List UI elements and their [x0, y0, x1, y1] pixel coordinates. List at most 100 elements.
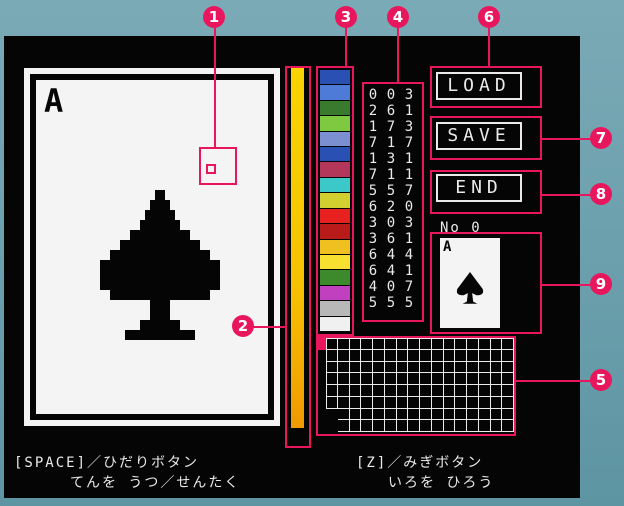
grid-cell[interactable] [384, 361, 397, 374]
grid-cell[interactable] [490, 420, 503, 432]
grid-cell[interactable] [455, 373, 467, 385]
grid-cell[interactable] [373, 373, 385, 385]
grid-cell[interactable] [478, 349, 491, 362]
grid-cell[interactable] [467, 338, 479, 350]
grid-cell[interactable] [373, 408, 385, 421]
grid-cell[interactable] [326, 385, 338, 397]
grid-cell[interactable] [490, 361, 503, 374]
palette-swatch[interactable] [320, 177, 350, 193]
grid-cell[interactable] [337, 373, 350, 385]
grid-cell[interactable] [396, 373, 409, 385]
palette-swatch[interactable] [320, 193, 350, 208]
grid-cell[interactable] [455, 349, 467, 362]
grid-cell[interactable] [502, 349, 514, 362]
grid-cell[interactable] [408, 420, 420, 432]
color-palette[interactable] [320, 70, 350, 332]
grid-cell[interactable] [361, 408, 373, 421]
grid-cell[interactable] [502, 396, 514, 409]
grid-cell[interactable] [396, 408, 409, 421]
grid-cell[interactable] [490, 338, 503, 350]
grid-cell[interactable] [431, 408, 444, 421]
grid-cell[interactable] [478, 420, 491, 432]
grid-cell[interactable] [467, 420, 479, 432]
grid-cell[interactable] [361, 361, 373, 374]
grid-cell[interactable] [478, 373, 491, 385]
grid-cell[interactable] [467, 408, 479, 421]
palette-swatch[interactable] [320, 254, 350, 270]
grid-cell[interactable] [443, 408, 456, 421]
grid-cell[interactable] [502, 361, 514, 374]
grid-cell[interactable] [431, 385, 444, 397]
grid-cell[interactable] [396, 420, 409, 432]
grid-cell[interactable] [420, 385, 432, 397]
load-button[interactable]: LOAD [436, 72, 522, 100]
grid-cell[interactable] [373, 338, 385, 350]
grid-cell[interactable] [396, 349, 409, 362]
grid-cell[interactable] [420, 396, 432, 409]
palette-swatch[interactable] [320, 100, 350, 116]
palette-swatch[interactable] [320, 131, 350, 147]
grid-cell[interactable] [502, 420, 514, 432]
palette-swatch[interactable] [320, 85, 350, 100]
grid-cell[interactable] [420, 373, 432, 385]
grid-cell[interactable] [502, 338, 514, 350]
grid-cell[interactable] [408, 338, 420, 350]
grid-cell[interactable] [326, 396, 338, 409]
grid-cell[interactable] [431, 420, 444, 432]
grid-cell[interactable] [467, 349, 479, 362]
grid-cell[interactable] [373, 385, 385, 397]
card-edit-canvas[interactable]: A [24, 68, 280, 426]
grid-cell[interactable] [431, 373, 444, 385]
grid-cell[interactable] [490, 373, 503, 385]
palette-swatch[interactable] [320, 285, 350, 301]
grid-cell[interactable] [478, 396, 491, 409]
grid-cell[interactable] [373, 361, 385, 374]
grid-cell[interactable] [467, 396, 479, 409]
grid-cell[interactable] [455, 385, 467, 397]
grid-cell[interactable] [420, 338, 432, 350]
grid-cell[interactable] [431, 396, 444, 409]
grid-cell[interactable] [443, 338, 456, 350]
dot-cursor[interactable] [206, 164, 216, 174]
grid-cell[interactable] [337, 361, 350, 374]
grid-cell[interactable] [361, 338, 373, 350]
grid-cell[interactable] [502, 385, 514, 397]
grid-cell[interactable] [408, 349, 420, 362]
grid-cell[interactable] [478, 385, 491, 397]
grid-cell[interactable] [337, 385, 350, 397]
grid-cell[interactable] [361, 349, 373, 362]
grid-cell[interactable] [467, 361, 479, 374]
grid-cell[interactable] [467, 385, 479, 397]
grid-cell[interactable] [349, 408, 362, 421]
grid-cell[interactable] [361, 385, 373, 397]
save-button[interactable]: SAVE [436, 122, 522, 150]
grid-cell[interactable] [455, 420, 467, 432]
palette-swatch[interactable] [320, 162, 350, 177]
grid-cell[interactable] [443, 361, 456, 374]
grid-cell[interactable] [420, 420, 432, 432]
grid-cell[interactable] [443, 385, 456, 397]
grid-cell[interactable] [337, 349, 350, 362]
grid-cell[interactable] [396, 361, 409, 374]
grid-cell[interactable] [326, 373, 338, 385]
grid-cell[interactable] [490, 349, 503, 362]
palette-swatch[interactable] [320, 147, 350, 162]
grid-cell[interactable] [431, 349, 444, 362]
grid-cell[interactable] [443, 349, 456, 362]
grid-cell[interactable] [349, 349, 362, 362]
grid-cell[interactable] [361, 420, 373, 432]
grid-cell[interactable] [337, 338, 350, 350]
grid-cell[interactable] [384, 373, 397, 385]
grid-cell[interactable] [420, 361, 432, 374]
grid-cell[interactable] [502, 408, 514, 421]
grid-cell[interactable] [443, 420, 456, 432]
grid-cell[interactable] [384, 338, 397, 350]
grid-cell[interactable] [384, 396, 397, 409]
grid-cell[interactable] [349, 385, 362, 397]
grid-cell[interactable] [478, 361, 491, 374]
grid-cell[interactable] [478, 338, 491, 350]
grid-cell[interactable] [408, 361, 420, 374]
palette-swatch[interactable] [320, 270, 350, 285]
grid-cell[interactable] [326, 338, 338, 350]
grid-cell[interactable] [408, 396, 420, 409]
